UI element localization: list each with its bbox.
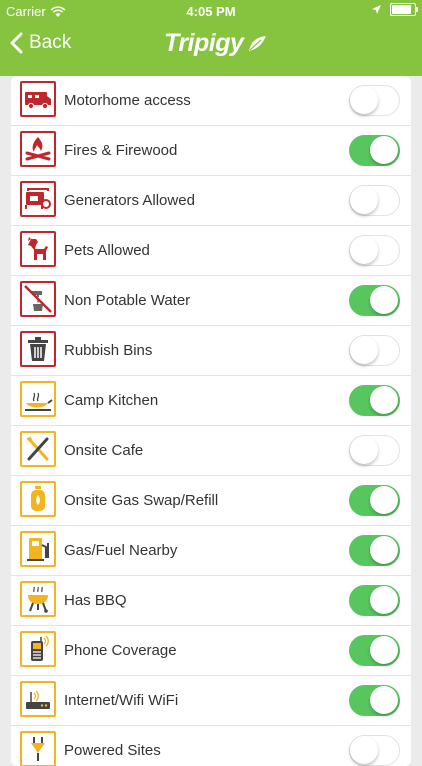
amenity-toggle[interactable] [349,685,400,716]
toggle-knob [370,686,398,714]
camp-kitchen-icon [20,381,56,417]
list-item: Onsite Gas Swap/Refill [11,476,411,526]
amenity-toggle[interactable] [349,135,400,166]
amenity-label: Fires & Firewood [64,142,178,159]
amenity-label: Camp Kitchen [64,392,159,409]
toggle-knob [350,736,378,764]
list-item: Pets Allowed [11,226,411,276]
amenity-toggle[interactable] [349,485,400,516]
amenity-toggle[interactable] [349,735,400,766]
status-bar: Carrier 4:05 PM [0,0,422,22]
motorhome-icon [20,81,56,117]
amenity-toggle[interactable] [349,235,400,266]
amenity-toggle[interactable] [349,585,400,616]
status-right [371,3,418,16]
rubbish-bin-icon [20,331,56,367]
bbq-icon [20,581,56,617]
amenities-list: Motorhome access Fires & Firewood Genera… [11,76,411,766]
amenity-label: Phone Coverage [64,642,177,659]
toggle-knob [370,136,398,164]
amenity-toggle[interactable] [349,435,400,466]
toggle-knob [370,636,398,664]
gas-bottle-icon [20,481,56,517]
cutlery-icon [20,431,56,467]
amenity-label: Onsite Cafe [64,442,144,459]
navigation-bar: Back Tripigy [0,22,422,76]
dog-icon [20,231,56,267]
toggle-knob [370,386,398,414]
toggle-knob [350,436,378,464]
list-item: Camp Kitchen [11,376,411,426]
amenity-label: Has BBQ [64,592,127,609]
list-item: Has BBQ [11,576,411,626]
top-bar: Carrier 4:05 PM Back Tripigy [0,0,422,76]
back-button[interactable]: Back [10,32,71,54]
toggle-knob [350,186,378,214]
list-item: Phone Coverage [11,626,411,676]
amenity-label: Gas/Fuel Nearby [64,542,178,559]
router-icon [20,681,56,717]
chevron-left-icon [10,32,23,54]
amenity-label: Motorhome access [64,92,191,109]
list-item: Generators Allowed [11,176,411,226]
list-item: Gas/Fuel Nearby [11,526,411,576]
amenity-toggle[interactable] [349,335,400,366]
amenity-toggle[interactable] [349,285,400,316]
list-item: Onsite Cafe [11,426,411,476]
list-item: Rubbish Bins [11,326,411,376]
tripigy-logo: Tripigy [164,29,267,58]
list-item: Fires & Firewood [11,126,411,176]
phone-icon [20,631,56,667]
amenity-toggle[interactable] [349,85,400,116]
amenity-label: Powered Sites [64,742,161,759]
status-time: 4:05 PM [186,4,236,19]
list-item: Internet/Wifi WiFi [11,676,411,726]
generator-icon [20,181,56,217]
amenity-label: Non Potable Water [64,292,191,309]
amenity-toggle[interactable] [349,185,400,216]
logo-text: Tripigy [164,29,244,57]
campfire-icon [20,131,56,167]
battery-icon [390,3,418,16]
toggle-knob [370,586,398,614]
back-label: Back [29,32,72,53]
location-arrow-icon [372,5,381,14]
toggle-knob [370,536,398,564]
amenity-toggle[interactable] [349,535,400,566]
toggle-knob [370,286,398,314]
toggle-knob [350,86,378,114]
power-plug-icon [20,731,56,766]
toggle-knob [370,486,398,514]
amenity-toggle[interactable] [349,385,400,416]
toggle-knob [350,236,378,264]
list-item: Powered Sites [11,726,411,766]
amenity-label: Generators Allowed [64,192,195,209]
amenity-toggle[interactable] [349,635,400,666]
list-item: Motorhome access [11,76,411,126]
amenity-label: Rubbish Bins [64,342,153,359]
non-potable-water-icon [20,281,56,317]
amenity-label: Onsite Gas Swap/Refill [64,492,219,509]
toggle-knob [350,336,378,364]
amenity-label: Internet/Wifi WiFi [64,692,179,709]
list-item: Non Potable Water [11,276,411,326]
amenity-label: Pets Allowed [64,242,150,259]
fuel-pump-icon [20,531,56,567]
leaf-icon [249,35,267,51]
